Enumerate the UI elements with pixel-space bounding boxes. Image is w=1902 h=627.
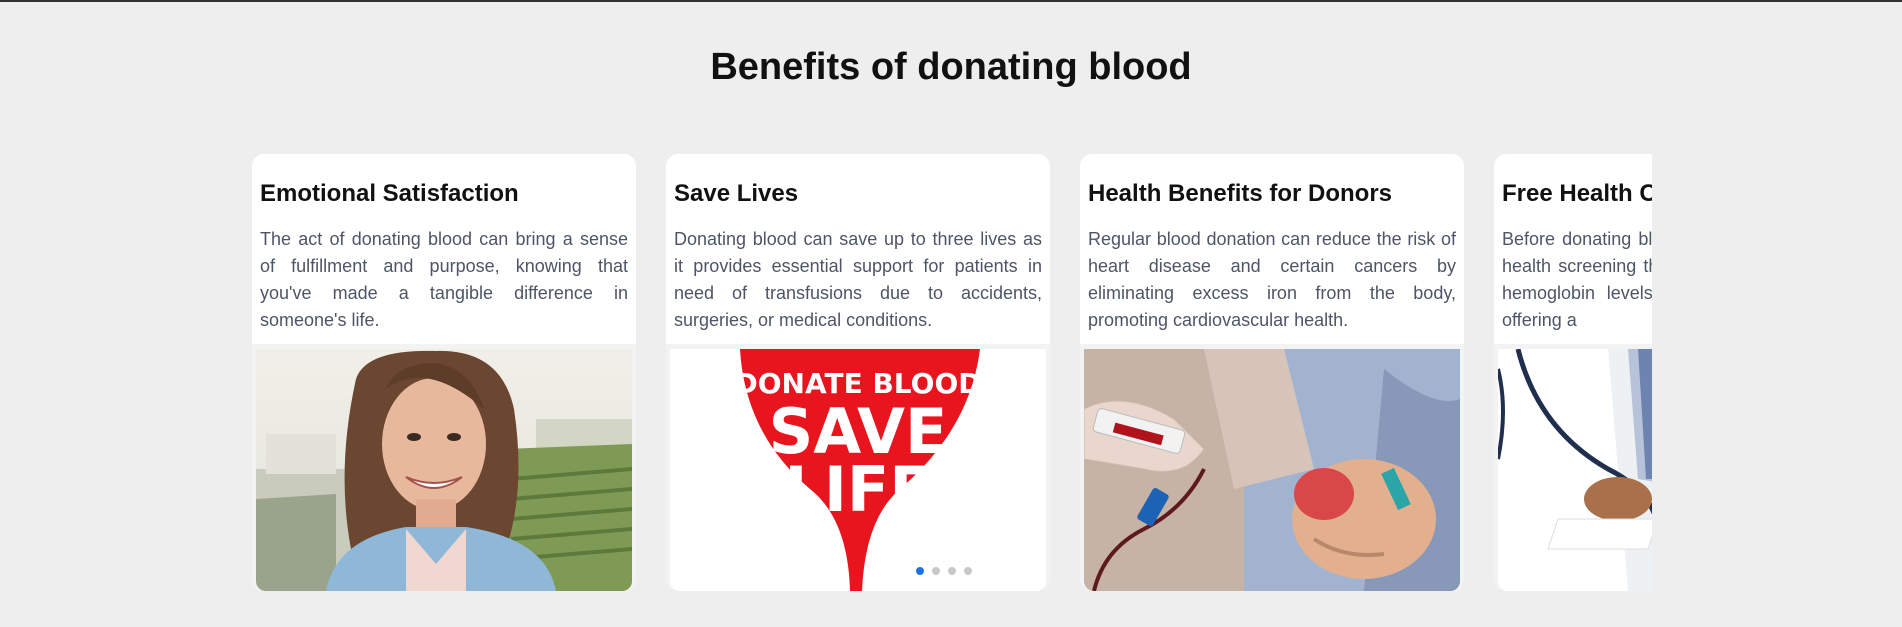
card-text-panel: Save Lives Donating blood can save up to…	[666, 154, 1050, 344]
smiling-woman-image	[256, 349, 632, 591]
card-title: Emotional Satisfaction	[260, 180, 519, 207]
carousel-pagination	[916, 567, 972, 577]
benefit-card-health-benefits[interactable]: Health Benefits for Donors Regular blood…	[1080, 154, 1464, 591]
card-text-panel: Free Health Checkup Before donating bloo…	[1494, 154, 1652, 344]
top-border	[0, 0, 1902, 2]
section-title: Benefits of donating blood	[710, 46, 1192, 88]
pagination-dot-2[interactable]	[932, 567, 940, 575]
benefit-card-free-health-checkup[interactable]: Free Health Checkup Before donating bloo…	[1494, 154, 1652, 591]
donate-blood-poster-image: DONATE BLOOD SAVE LIFE	[670, 349, 1046, 591]
card-text-panel: Emotional Satisfaction The act of donati…	[252, 154, 636, 344]
poster-line-3: LIFE	[784, 453, 931, 526]
card-title: Health Benefits for Donors	[1088, 180, 1393, 207]
pagination-dot-4[interactable]	[964, 567, 972, 575]
card-title: Free Health Checkup	[1502, 180, 1652, 207]
card-description: Donating blood can save up to three live…	[674, 229, 1042, 330]
pagination-dot-3[interactable]	[948, 567, 956, 575]
card-description: Regular blood donation can reduce the ri…	[1088, 229, 1456, 330]
card-description: The act of donating blood can bring a se…	[260, 229, 628, 330]
benefit-card-save-lives[interactable]: Save Lives Donating blood can save up to…	[666, 154, 1050, 591]
benefit-card-emotional-satisfaction[interactable]: Emotional Satisfaction The act of donati…	[252, 154, 636, 591]
doctor-stethoscope-image	[1498, 349, 1652, 591]
card-description: Before donating blood, donors receive a …	[1502, 229, 1652, 330]
blood-draw-image	[1084, 349, 1460, 591]
pagination-dot-1[interactable]	[916, 567, 924, 575]
benefits-carousel[interactable]: Emotional Satisfaction The act of donati…	[246, 150, 1652, 595]
card-title: Save Lives	[674, 180, 799, 207]
card-text-panel: Health Benefits for Donors Regular blood…	[1080, 154, 1464, 344]
